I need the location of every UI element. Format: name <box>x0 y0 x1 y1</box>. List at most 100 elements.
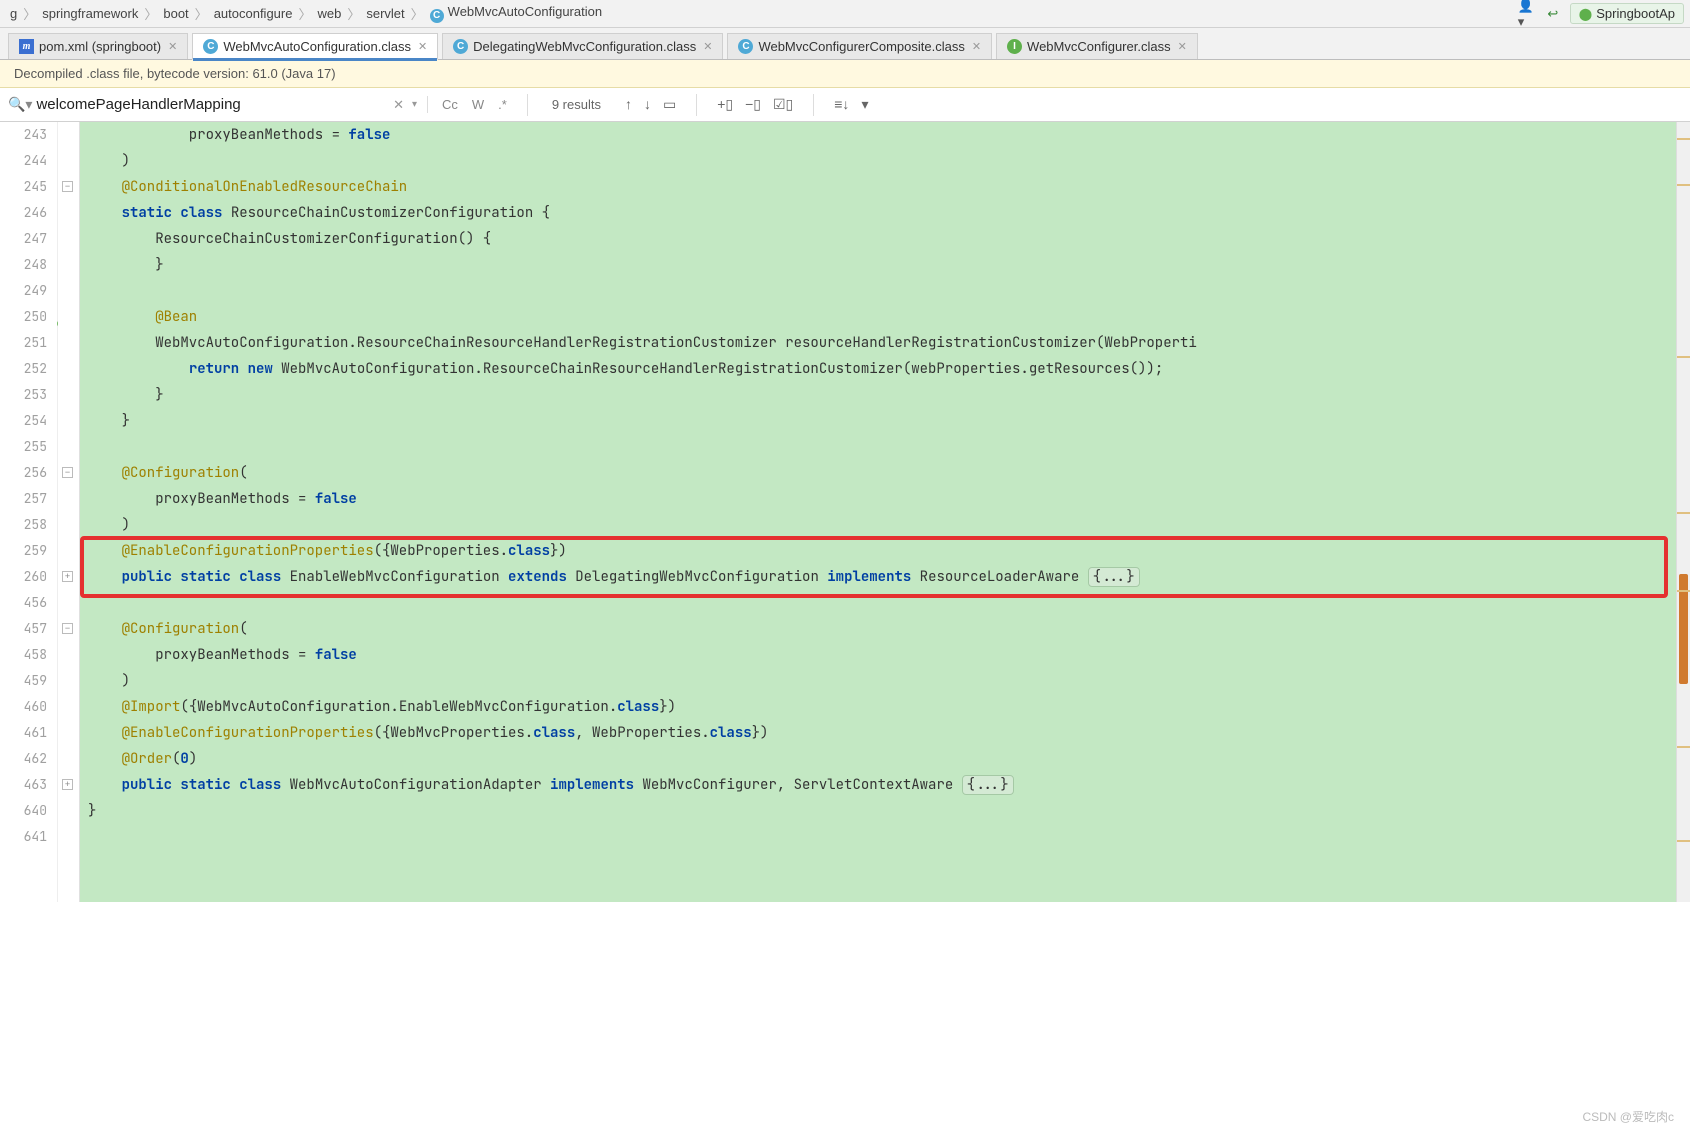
chevron-right-icon: 〉 <box>142 4 159 23</box>
line-number: 641 <box>0 824 47 850</box>
code-line[interactable]: ResourceChainCustomizerConfiguration() { <box>80 226 1676 252</box>
editor-tabs: mpom.xml (springboot)✕CWebMvcAutoConfigu… <box>0 28 1690 60</box>
add-selection-icon[interactable]: +▯ <box>711 93 739 116</box>
code-line[interactable]: @ConditionalOnEnabledResourceChain <box>80 174 1676 200</box>
separator <box>813 94 814 116</box>
code-line[interactable] <box>80 590 1676 616</box>
back-arrow-icon[interactable]: ↩ <box>1544 5 1562 23</box>
user-icon[interactable]: 👤▾ <box>1518 5 1536 23</box>
run-target-selector[interactable]: ⬤SpringbootAp <box>1570 3 1684 24</box>
chevron-right-icon: 〉 <box>21 4 38 23</box>
breadcrumb-item[interactable]: web <box>313 6 345 21</box>
code-line[interactable]: } <box>80 252 1676 278</box>
code-line[interactable]: WebMvcAutoConfiguration.ResourceChainRes… <box>80 330 1676 356</box>
code-line[interactable]: } <box>80 408 1676 434</box>
editor-tab[interactable]: m pom.xml (springboot) ✕ <box>8 33 188 59</box>
line-number: 245 <box>0 174 47 200</box>
select-all-icon[interactable]: ☑▯ <box>767 93 799 116</box>
clear-icon[interactable]: ✕ <box>389 97 408 113</box>
scrollbar-mark[interactable] <box>1677 840 1690 842</box>
fold-toggle[interactable]: + <box>62 779 73 790</box>
code-area[interactable]: proxyBeanMethods = false ) @ConditionalO… <box>80 122 1676 902</box>
scrollbar-mark[interactable] <box>1677 356 1690 358</box>
code-line[interactable]: proxyBeanMethods = false <box>80 486 1676 512</box>
close-tab-icon[interactable]: ✕ <box>168 40 177 53</box>
line-number: 259 <box>0 538 47 564</box>
fold-toggle[interactable]: − <box>62 467 73 478</box>
close-tab-icon[interactable]: ✕ <box>703 40 712 53</box>
code-line[interactable]: proxyBeanMethods = false <box>80 122 1676 148</box>
code-line[interactable]: proxyBeanMethods = false <box>80 642 1676 668</box>
close-tab-icon[interactable]: ✕ <box>418 40 427 53</box>
code-line[interactable]: ) <box>80 668 1676 694</box>
code-line[interactable]: @Configuration( <box>80 616 1676 642</box>
breadcrumb: g〉 springframework〉 boot〉 autoconfigure〉… <box>0 0 1690 28</box>
breadcrumb-item[interactable]: g <box>6 6 21 21</box>
code-line[interactable]: return new WebMvcAutoConfiguration.Resou… <box>80 356 1676 382</box>
editor-tab[interactable]: CWebMvcAutoConfiguration.class✕ <box>192 33 438 60</box>
regex-toggle[interactable]: .* <box>492 94 513 115</box>
breadcrumb-item[interactable]: boot <box>159 6 192 21</box>
breadcrumb-current[interactable]: CWebMvcAutoConfiguration <box>426 4 606 23</box>
next-match-button[interactable]: ↓ <box>638 93 657 116</box>
code-line[interactable] <box>80 434 1676 460</box>
breadcrumb-item[interactable]: autoconfigure <box>210 6 297 21</box>
chevron-right-icon: 〉 <box>345 4 362 23</box>
close-tab-icon[interactable]: ✕ <box>972 40 981 53</box>
code-line[interactable]: public static class EnableWebMvcConfigur… <box>80 564 1676 590</box>
separator <box>527 94 528 116</box>
code-line[interactable]: ) <box>80 512 1676 538</box>
separator <box>696 94 697 116</box>
fold-toggle[interactable]: − <box>62 623 73 634</box>
code-line[interactable] <box>80 278 1676 304</box>
select-occurrence-button[interactable]: ▭ <box>657 93 682 116</box>
interface-icon: I <box>1007 39 1022 54</box>
line-number: 458 <box>0 642 47 668</box>
match-case-toggle[interactable]: Cc <box>436 94 464 115</box>
line-number: 640 <box>0 798 47 824</box>
code-line[interactable]: @EnableConfigurationProperties({WebPrope… <box>80 538 1676 564</box>
code-line[interactable]: } <box>80 382 1676 408</box>
scrollbar-mark[interactable] <box>1677 138 1690 140</box>
code-line[interactable]: @Configuration( <box>80 460 1676 486</box>
code-line[interactable]: public static class WebMvcAutoConfigurat… <box>80 772 1676 798</box>
line-number: 250◑ <box>0 304 47 330</box>
fold-toggle[interactable]: + <box>62 571 73 582</box>
editor-tab[interactable]: CDelegatingWebMvcConfiguration.class✕ <box>442 33 723 59</box>
line-number: 247 <box>0 226 47 252</box>
line-number: 258 <box>0 512 47 538</box>
breadcrumb-item[interactable]: servlet <box>362 6 408 21</box>
editor-tab[interactable]: IWebMvcConfigurer.class✕ <box>996 33 1198 59</box>
code-line[interactable] <box>80 824 1676 850</box>
tab-label: pom.xml (springboot) <box>39 39 161 54</box>
code-line[interactable]: } <box>80 798 1676 824</box>
scrollbar-mark[interactable] <box>1677 746 1690 748</box>
prev-match-button[interactable]: ↑ <box>619 93 638 116</box>
code-line[interactable]: @Import({WebMvcAutoConfiguration.EnableW… <box>80 694 1676 720</box>
editor-tab[interactable]: CWebMvcConfigurerComposite.class✕ <box>727 33 992 59</box>
history-icon[interactable]: ▾ <box>408 99 421 110</box>
code-line[interactable]: ) <box>80 148 1676 174</box>
columns-icon[interactable]: ≡↓ <box>828 93 855 116</box>
filter-icon[interactable]: ▾ <box>855 93 874 116</box>
whole-word-toggle[interactable]: W <box>466 94 490 115</box>
code-line[interactable]: @EnableConfigurationProperties({WebMvcPr… <box>80 720 1676 746</box>
maven-icon: m <box>19 39 34 54</box>
fold-toggle[interactable]: − <box>62 181 73 192</box>
remove-selection-icon[interactable]: −▯ <box>739 93 767 116</box>
find-result-count: 9 results <box>542 97 611 112</box>
chevron-right-icon: 〉 <box>193 4 210 23</box>
line-number: 460 <box>0 694 47 720</box>
vertical-scrollbar[interactable] <box>1676 122 1690 902</box>
scrollbar-mark[interactable] <box>1677 512 1690 514</box>
code-line[interactable]: @Bean <box>80 304 1676 330</box>
code-line[interactable]: static class ResourceChainCustomizerConf… <box>80 200 1676 226</box>
close-tab-icon[interactable]: ✕ <box>1178 40 1187 53</box>
code-line[interactable]: @Order(0) <box>80 746 1676 772</box>
breadcrumb-item[interactable]: springframework <box>38 6 142 21</box>
scrollbar-mark[interactable] <box>1677 590 1690 592</box>
find-input[interactable] <box>36 96 389 113</box>
code-editor[interactable]: 243244245246247248249250◑251252253254255… <box>0 122 1690 902</box>
scrollbar-mark[interactable] <box>1677 184 1690 186</box>
line-number: 257 <box>0 486 47 512</box>
